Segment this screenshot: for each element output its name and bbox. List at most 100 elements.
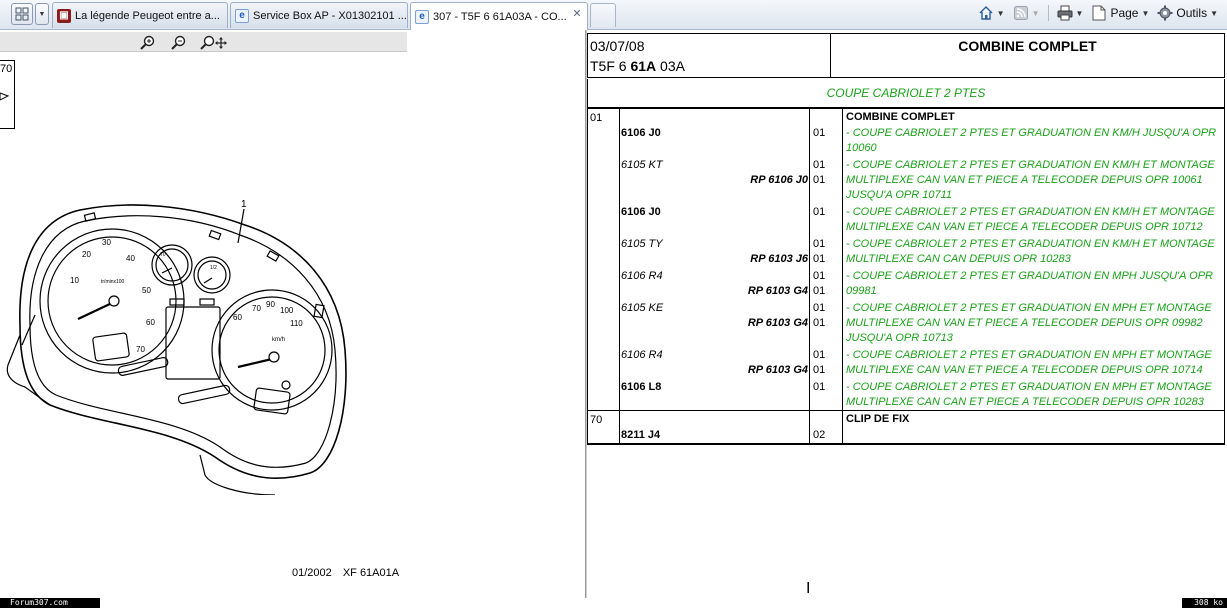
part-reference[interactable]: 8211 J4 [621, 428, 660, 443]
part-reference[interactable]: 6105 KT [621, 158, 663, 173]
fuel-label: 1/2 [210, 265, 217, 271]
part-description: - COUPE CABRIOLET 2 PTES ET GRADUATION E… [846, 127, 1217, 154]
clip-icon [0, 92, 10, 101]
new-tab-button[interactable] [590, 3, 616, 27]
ie-icon: e [415, 9, 429, 24]
parts-header: 03/07/08 T5F 6 61A 03A COMBINE COMPLET [587, 33, 1225, 78]
watermark-left: Forum307.com [0, 598, 100, 608]
part-quantity: 02 [813, 429, 826, 441]
part-reference[interactable]: 6106 L8 [621, 380, 661, 395]
printer-icon [1057, 5, 1073, 21]
chevron-down-icon[interactable]: ▼ [997, 9, 1005, 18]
table-row[interactable]: RP 6103 J6 01 [588, 252, 1224, 267]
part-quantity: 01 [813, 159, 826, 171]
zoom-pan-icon [200, 35, 227, 50]
temp-label: 70 [160, 252, 166, 258]
table-row[interactable]: RP 6106 J0 01 [588, 173, 1224, 188]
model-band: COUPE CABRIOLET 2 PTES [587, 79, 1225, 108]
table-row[interactable]: 6106 L8 01 - COUPE CABRIOLET 2 PTES ET G… [588, 380, 1224, 410]
speedo-label-100: 100 [280, 306, 294, 315]
chevron-down-icon[interactable]: ▼ [1076, 9, 1084, 18]
parts-group-01: 01 COMBINE COMPLET 6106 J0 01 - COUPE CA… [588, 109, 1224, 411]
table-row[interactable]: RP 6103 G4 01 [588, 363, 1224, 378]
replacement-reference[interactable]: RP 6103 G4 [621, 363, 808, 378]
tacho-label-20: 20 [82, 250, 91, 259]
tacho-label-10: 10 [70, 276, 79, 285]
header-code-prefix: T5F 6 [590, 58, 627, 74]
zoom-pan-button[interactable] [200, 34, 228, 52]
tab-service-box[interactable]: e Service Box AP - X01302101 ... [230, 2, 408, 28]
gear-icon [1157, 5, 1173, 21]
zoom-in-icon [140, 35, 155, 50]
instrument-cluster-diagram: 1 10 20 30 40 50 60 70 tr/minx100 60 70 … [6, 199, 347, 495]
part-quantity: 01 [813, 364, 826, 376]
chevron-down-icon[interactable]: ▼ [1032, 9, 1040, 18]
tacho-label-40: 40 [126, 254, 135, 263]
tacho-label-60: 60 [146, 318, 155, 327]
tab-list-button[interactable]: ▼ [35, 3, 49, 25]
table-row[interactable]: RP 6103 G4 01 [588, 284, 1224, 299]
zoom-out-button[interactable] [170, 34, 188, 52]
tacho-unit: tr/minx100 [101, 279, 125, 285]
header-code-suffix: 03A [660, 58, 685, 74]
speedo-label-60: 60 [233, 313, 242, 322]
part-quantity: 01 [813, 349, 826, 361]
ref-box-number: 70 [0, 63, 13, 75]
tacho-label-50: 50 [142, 286, 151, 295]
part-reference[interactable]: 6106 R4 [621, 269, 663, 284]
page-menu-button[interactable]: Page ▼ [1088, 3, 1152, 23]
close-tab-icon[interactable]: ✕ [571, 8, 583, 20]
chevron-down-icon: ▼ [1210, 8, 1218, 18]
tab-legende-peugeot[interactable]: ▣ La légende Peugeot entre a... [52, 2, 228, 28]
table-row[interactable]: 8211 J4 02 [588, 428, 1224, 443]
caption-date: 01/2002 [292, 567, 332, 579]
page-icon [1091, 5, 1107, 21]
part-quantity: 01 [813, 270, 826, 282]
quick-tabs-button[interactable] [11, 3, 33, 25]
header-code: T5F 6 61A 03A [590, 58, 685, 74]
table-row[interactable]: 6106 J0 01 - COUPE CABRIOLET 2 PTES ET G… [588, 126, 1224, 156]
browser-tab-bar: ▼ ▣ La légende Peugeot entre a... e Serv… [0, 0, 1227, 30]
command-bar: ▼ ▼ ▼ Page ▼ Outils ▼ [975, 2, 1221, 24]
tab-label: 307 - T5F 6 61A03A - CO... [433, 10, 567, 23]
part-reference[interactable]: 6105 TY [621, 237, 663, 252]
part-quantity: 01 [813, 127, 826, 139]
part-reference[interactable]: 6106 J0 [621, 126, 661, 141]
group-number: 70 [590, 414, 603, 426]
part-quantity: 01 [813, 285, 826, 297]
speedo-label-110: 110 [290, 319, 303, 328]
quick-tabs-icon [15, 7, 29, 21]
replacement-reference[interactable]: RP 6103 G4 [621, 316, 808, 331]
tab-label: La légende Peugeot entre a... [75, 9, 220, 22]
part-reference[interactable]: 6106 J0 [621, 205, 661, 220]
tools-menu-button[interactable]: Outils ▼ [1154, 3, 1221, 23]
rss-feed-icon [1013, 5, 1029, 21]
ref-legend-box: 70 [0, 60, 15, 129]
forum-icon: ▣ [57, 8, 71, 23]
replacement-reference[interactable]: RP 6103 G4 [621, 284, 808, 299]
replacement-reference[interactable]: RP 6106 J0 [621, 173, 808, 188]
header-date: 03/07/08 [590, 38, 645, 54]
toolbar-separator [1047, 5, 1049, 21]
print-button[interactable]: ▼ [1054, 3, 1087, 23]
group-title: COMBINE COMPLET [846, 111, 955, 123]
tab-label: Service Box AP - X01302101 ... [253, 9, 407, 22]
tacho-label-30: 30 [102, 238, 111, 247]
header-meta-cell: 03/07/08 T5F 6 61A 03A [588, 34, 831, 77]
tacho-label-70: 70 [136, 345, 145, 354]
zoom-in-button[interactable] [139, 34, 157, 52]
zoom-out-icon [171, 35, 186, 50]
caption-code: XF 61A01A [342, 567, 400, 579]
tab-active-307[interactable]: e 307 - T5F 6 61A03A - CO... ✕ [410, 2, 588, 30]
table-row[interactable]: RP 6103 G4 01 [588, 316, 1224, 331]
replacement-reference[interactable]: RP 6103 J6 [621, 252, 808, 267]
part-reference[interactable]: 6106 R4 [621, 348, 663, 363]
part-description: - COUPE CABRIOLET 2 PTES ET GRADUATION E… [846, 206, 1215, 233]
home-button[interactable]: ▼ [975, 3, 1008, 23]
tools-menu-label: Outils [1176, 6, 1208, 20]
part-reference[interactable]: 6105 KE [621, 301, 663, 316]
table-row[interactable]: 6106 J0 01 - COUPE CABRIOLET 2 PTES ET G… [588, 205, 1224, 235]
part-quantity: 01 [813, 381, 826, 393]
parts-group-70: 70 CLIP DE FIX 8211 J4 02 [588, 411, 1224, 444]
feeds-button[interactable]: ▼ [1010, 3, 1043, 23]
